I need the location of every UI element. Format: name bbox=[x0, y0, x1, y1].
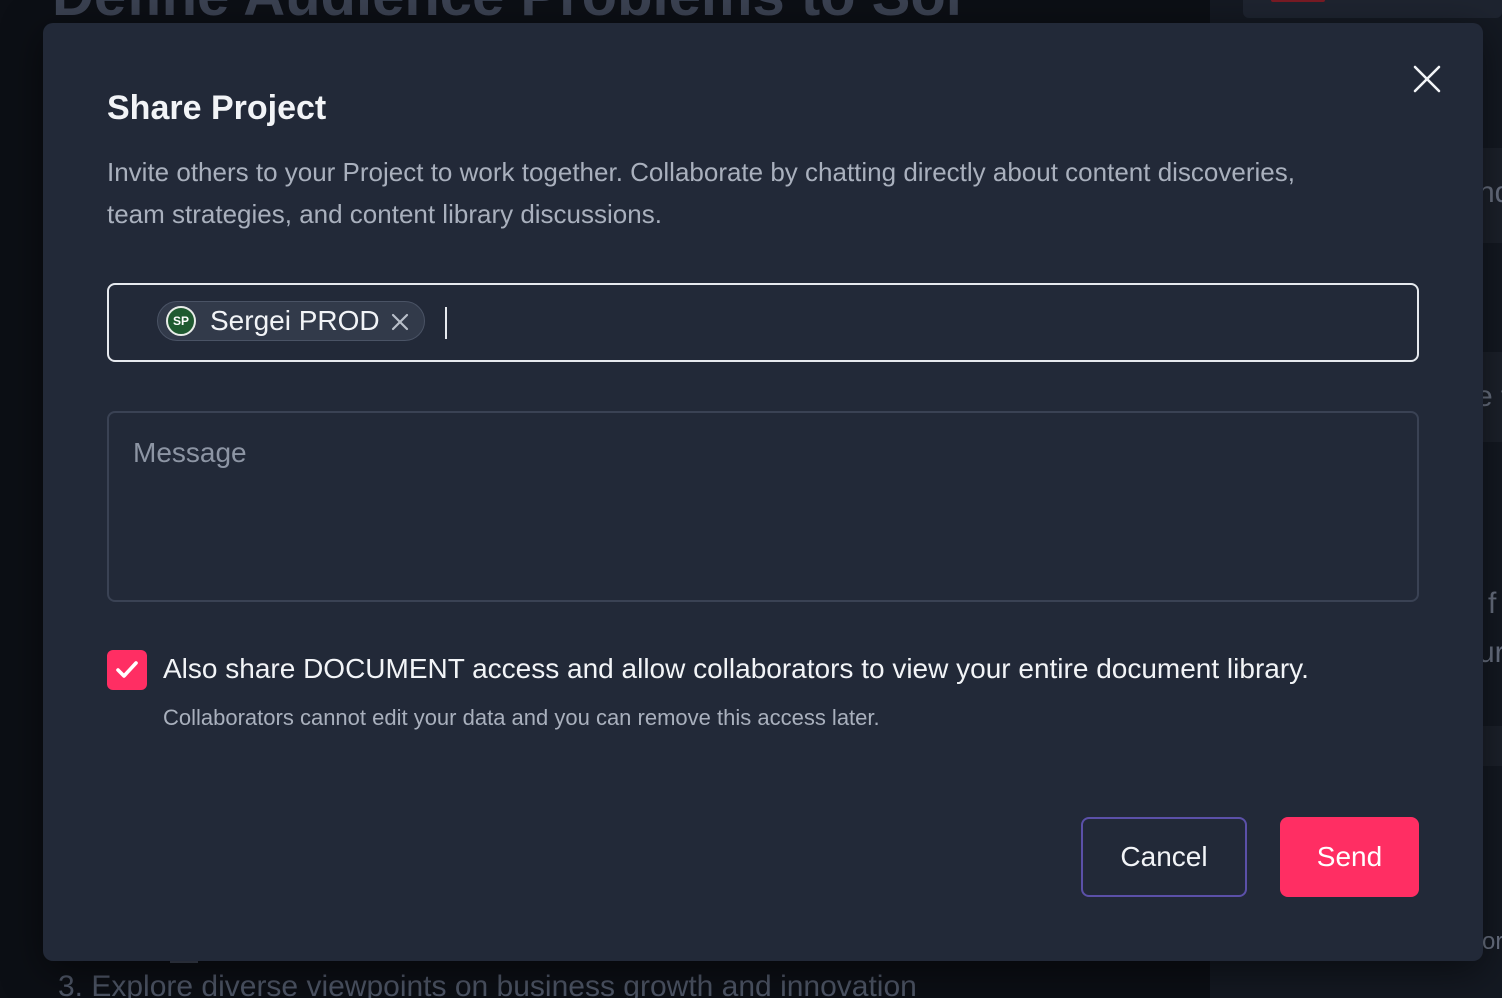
dialog-title: Share Project bbox=[107, 89, 327, 127]
cancel-button[interactable]: Cancel bbox=[1081, 817, 1247, 897]
background-text-fragment: or bbox=[1482, 928, 1502, 955]
checkmark-icon bbox=[116, 661, 138, 678]
share-documents-checkbox[interactable] bbox=[107, 650, 147, 690]
send-button[interactable]: Send bbox=[1280, 817, 1419, 897]
remove-recipient-button[interactable] bbox=[390, 312, 410, 332]
recipient-chip: SP Sergei PROD bbox=[157, 301, 425, 341]
share-project-dialog: Share Project Invite others to your Proj… bbox=[43, 23, 1483, 961]
close-icon bbox=[391, 313, 408, 331]
recipients-input[interactable]: SP Sergei PROD bbox=[107, 283, 1419, 362]
share-documents-sublabel: Collaborators cannot edit your data and … bbox=[163, 705, 880, 730]
background-text-fragment: f bbox=[1488, 587, 1497, 620]
recipient-name: Sergei PROD bbox=[210, 305, 380, 336]
text-cursor bbox=[445, 307, 447, 339]
message-field[interactable] bbox=[107, 411, 1419, 602]
avatar: SP bbox=[166, 306, 196, 336]
close-button[interactable] bbox=[1409, 61, 1445, 97]
dialog-description: Invite others to your Project to work to… bbox=[107, 157, 1295, 229]
background-list-item: 3. Explore diverse viewpoints on busines… bbox=[58, 970, 917, 998]
background-right-card bbox=[1243, 0, 1502, 18]
close-icon bbox=[1413, 65, 1441, 93]
share-documents-label: Also share DOCUMENT access and allow col… bbox=[163, 653, 1309, 684]
